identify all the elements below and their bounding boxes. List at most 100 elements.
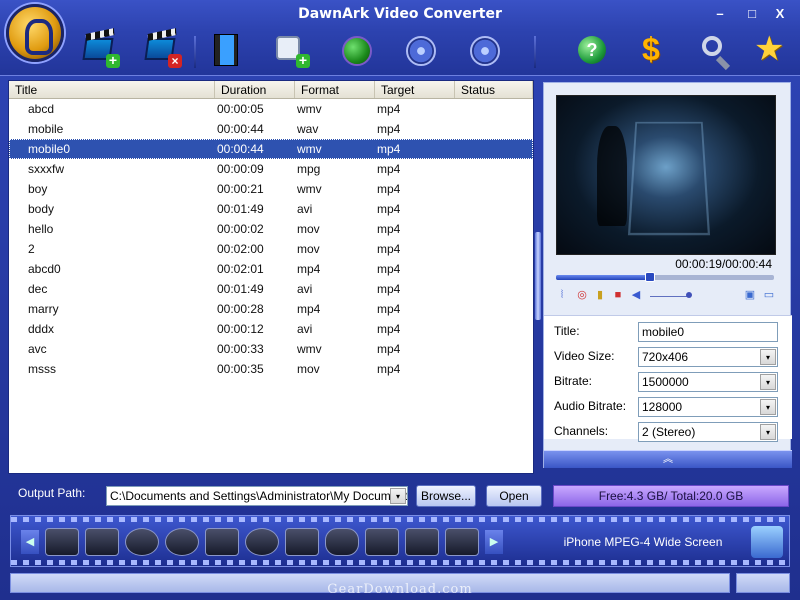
table-row[interactable]: 2 00:02:00 mov mp4 <box>9 239 533 259</box>
cell-duration: 00:00:33 <box>217 342 264 356</box>
stop-button[interactable] <box>462 30 506 70</box>
seek-thumb[interactable] <box>644 272 655 282</box>
column-header-format[interactable]: Format <box>295 81 375 98</box>
cell-target: mp4 <box>377 222 401 236</box>
add-video-button[interactable]: + <box>78 30 122 70</box>
close-button[interactable]: X <box>772 6 788 22</box>
cell-format: wav <box>297 122 319 136</box>
table-row[interactable]: msss 00:00:35 mov mp4 <box>9 359 533 379</box>
chevron-down-icon[interactable]: ▾ <box>760 349 776 365</box>
search-button[interactable] <box>690 30 734 70</box>
collapse-panel-button[interactable]: ︽ <box>544 450 792 468</box>
scroll-left-icon[interactable]: ◀ <box>21 530 39 554</box>
open-button[interactable]: Open <box>486 485 542 507</box>
buy-button[interactable]: $ <box>630 30 674 70</box>
cell-title: boy <box>28 182 48 196</box>
device-disc-icon[interactable] <box>165 528 199 556</box>
output-path-select[interactable]: C:\Documents and Settings\Administrator\… <box>106 486 408 506</box>
cell-target: mp4 <box>377 202 401 216</box>
output-path-row: Output Path: C:\Documents and Settings\A… <box>0 480 800 510</box>
cell-duration: 00:01:49 <box>217 282 264 296</box>
table-row[interactable]: hello 00:00:02 mov mp4 <box>9 219 533 239</box>
cell-status <box>455 119 533 139</box>
cell-status <box>455 259 533 279</box>
device-psp-icon[interactable] <box>285 528 319 556</box>
bitrate-select[interactable]: 1500000 ▾ <box>638 372 778 392</box>
pause-icon[interactable]: ▮ <box>594 289 606 301</box>
table-row[interactable]: body 00:01:49 avi mp4 <box>9 199 533 219</box>
browse-button[interactable]: Browse... <box>416 485 476 507</box>
settings-add-button[interactable]: + <box>268 30 312 70</box>
pause-button[interactable] <box>398 30 442 70</box>
title-label: Title: <box>554 324 580 338</box>
chevron-down-icon[interactable]: ▾ <box>390 488 406 504</box>
minimize-button[interactable]: – <box>712 6 728 22</box>
folder-icon[interactable]: ▭ <box>762 289 776 301</box>
chevron-up-icon: ︽ <box>663 454 673 465</box>
device-tablet-icon[interactable] <box>445 528 479 556</box>
device-appletv-icon[interactable] <box>85 528 119 556</box>
device-ipod-icon[interactable] <box>245 528 279 556</box>
window-title: DawnArk Video Converter <box>298 6 502 22</box>
favorite-button[interactable]: ★ <box>748 30 792 70</box>
video-size-value: 720x406 <box>642 350 689 364</box>
device-player-icon[interactable] <box>405 528 439 556</box>
seek-progress <box>556 275 650 280</box>
stop-icon[interactable]: ■ <box>612 289 624 301</box>
column-header-target[interactable]: Target <box>375 81 455 98</box>
cell-title: abcd0 <box>28 262 61 276</box>
cell-status <box>455 319 533 339</box>
device-phone-icon[interactable] <box>325 528 359 556</box>
maximize-button[interactable]: □ <box>744 6 760 22</box>
remove-video-button[interactable]: × <box>140 30 184 70</box>
column-header-title[interactable]: Title <box>9 81 215 98</box>
device-monitor-icon[interactable] <box>205 528 239 556</box>
device-speaker-icon[interactable] <box>125 528 159 556</box>
audio-bitrate-select[interactable]: 128000 ▾ <box>638 397 778 417</box>
cell-target: mp4 <box>377 262 401 276</box>
table-row[interactable]: avc 00:00:33 wmv mp4 <box>9 339 533 359</box>
convert-button[interactable] <box>334 30 378 70</box>
volume-knob[interactable] <box>686 292 692 298</box>
chevron-down-icon[interactable]: ▾ <box>760 399 776 415</box>
film-strip-button[interactable] <box>204 30 248 70</box>
chevron-down-icon[interactable]: ▾ <box>760 374 776 390</box>
volume-icon[interactable]: ◀ <box>630 289 642 301</box>
cell-title: body <box>28 202 55 216</box>
table-row[interactable]: abcd0 00:02:01 mp4 mp4 <box>9 259 533 279</box>
cell-duration: 00:00:02 <box>217 222 264 236</box>
cell-title: dec <box>28 282 48 296</box>
snapshot-icon[interactable]: ▣ <box>742 289 758 301</box>
column-header-duration[interactable]: Duration <box>215 81 295 98</box>
table-row[interactable]: marry 00:00:28 mp4 mp4 <box>9 299 533 319</box>
volume-slider[interactable] <box>650 296 690 297</box>
table-row[interactable]: sxxxfw 00:00:09 mpg mp4 <box>9 159 533 179</box>
panel-splitter[interactable] <box>535 232 541 320</box>
toolbar-separator <box>534 36 536 68</box>
cell-status <box>455 139 533 159</box>
trim-icon[interactable]: ⦚ <box>556 289 568 301</box>
file-list[interactable]: Title Duration Format Target Status abcd… <box>8 80 534 474</box>
table-row[interactable]: mobile0 00:00:44 wmv mp4 <box>9 139 533 159</box>
record-icon[interactable]: ◎ <box>576 289 588 301</box>
table-row[interactable]: dec 00:01:49 avi mp4 <box>9 279 533 299</box>
title-field[interactable]: mobile0 <box>638 322 778 342</box>
table-row[interactable]: mobile 00:00:44 wav mp4 <box>9 119 533 139</box>
help-button[interactable]: ? <box>568 30 612 70</box>
table-row[interactable]: dddx 00:00:12 avi mp4 <box>9 319 533 339</box>
cell-duration: 00:00:09 <box>217 162 264 176</box>
table-row[interactable]: abcd 00:00:05 wmv mp4 <box>9 99 533 119</box>
table-row[interactable]: boy 00:00:21 wmv mp4 <box>9 179 533 199</box>
cell-duration: 00:00:05 <box>217 102 264 116</box>
seek-bar[interactable] <box>556 272 774 282</box>
scroll-right-icon[interactable]: ▶ <box>485 530 503 554</box>
video-size-select[interactable]: 720x406 ▾ <box>638 347 778 367</box>
file-list-rows: abcd 00:00:05 wmv mp4 mobile 00:00:44 wav mp4 mo… <box>9 99 533 379</box>
watermark: GearDownload.com <box>327 582 473 597</box>
chevron-down-icon[interactable]: ▾ <box>760 424 776 440</box>
channels-select[interactable]: 2 (Stereo) ▾ <box>638 422 778 442</box>
stop-wheel-icon <box>470 36 500 66</box>
device-camera-icon[interactable] <box>365 528 399 556</box>
column-header-status[interactable]: Status <box>455 81 533 98</box>
device-toolbox-icon[interactable] <box>45 528 79 556</box>
